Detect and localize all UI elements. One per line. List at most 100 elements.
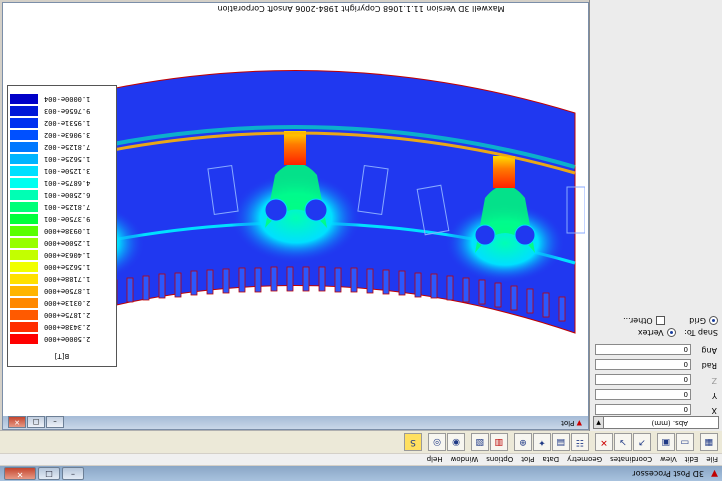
- legend-swatch: [10, 322, 38, 332]
- menu-plot[interactable]: Plot: [517, 456, 538, 464]
- toolbar-separator: [423, 434, 427, 450]
- legend-entry: 1.0000e-004: [10, 94, 110, 104]
- help-icon[interactable]: S: [404, 433, 422, 451]
- legend-entry: 1.4063e+000: [10, 250, 110, 260]
- view-icon[interactable]: ◎: [428, 433, 446, 451]
- legend-entry: 3.1250e-001: [10, 166, 110, 176]
- minimize-button[interactable]: –: [62, 467, 84, 480]
- menu-edit[interactable]: Edit: [681, 456, 703, 464]
- menu-file[interactable]: File: [702, 456, 722, 464]
- open-icon[interactable]: ▭: [676, 433, 694, 451]
- maximize-button[interactable]: □: [38, 467, 60, 480]
- plot-window-title: Plot: [561, 419, 575, 427]
- color-legend: B[T] 2.5000e+000 2.3438e+000 2.1875e+000 2.…: [7, 85, 117, 367]
- legend-swatch: [10, 130, 38, 140]
- legend-swatch: [10, 334, 38, 344]
- menu-window[interactable]: Window: [447, 456, 483, 464]
- legend-swatch: [10, 190, 38, 200]
- legend-swatch: [10, 250, 38, 260]
- legend-entry: 3.9063e-002: [10, 130, 110, 140]
- snap-grid-label: Grid: [689, 316, 706, 325]
- menu-geometry[interactable]: Geometry: [563, 456, 606, 464]
- animate-icon[interactable]: ✦: [533, 433, 551, 451]
- legend-entry: 7.8125e-001: [10, 202, 110, 212]
- legend-value: 6.2500e-001: [44, 191, 91, 199]
- deselect-icon[interactable]: ▧: [471, 433, 489, 451]
- legend-entry: 1.8750e+000: [10, 286, 110, 296]
- legend-value: 1.5625e-001: [44, 155, 91, 163]
- legend-swatch: [10, 166, 38, 176]
- coord-z-field[interactable]: 0: [595, 374, 691, 385]
- app-icon: ▼: [711, 468, 718, 479]
- chevron-down-icon[interactable]: ▼: [594, 417, 604, 428]
- coord-rad-label: Rad: [701, 361, 717, 370]
- legend-value: 1.0938e+000: [44, 227, 91, 235]
- menu-view[interactable]: View: [656, 456, 681, 464]
- legend-value: 1.7188e+000: [44, 275, 91, 283]
- plot-maximize-button[interactable]: □: [27, 416, 45, 428]
- legend-swatch: [10, 154, 38, 164]
- menu-options[interactable]: Options: [482, 456, 517, 464]
- plot-field-icon[interactable]: ↗: [633, 433, 651, 451]
- save-icon[interactable]: ▣: [657, 433, 675, 451]
- coord-x-field[interactable]: 0: [595, 404, 691, 415]
- legend-value: 1.5625e+000: [44, 263, 91, 271]
- snap-row: Snap To: Vertex: [638, 328, 718, 337]
- toolbar-separator: [695, 434, 699, 450]
- snap-other-checkbox[interactable]: [655, 316, 665, 325]
- coord-y-field[interactable]: 0: [595, 389, 691, 400]
- units-value: Abs. (mm): [651, 419, 688, 427]
- toolbar: ▦ ▭ ▣ ↗ ↘ ✕ ☷ ▤ ✦ ⊕ ▥ ▧ ◉ ◎ S: [0, 430, 722, 453]
- legend-entry: 9.3750e-001: [10, 214, 110, 224]
- legend-entry: 2.5000e+000: [10, 334, 110, 344]
- legend-swatch: [10, 106, 38, 116]
- zoom-icon[interactable]: ⊕: [514, 433, 532, 451]
- coord-rad-row: Rad 0: [595, 358, 719, 370]
- surface-icon[interactable]: ▤: [552, 433, 570, 451]
- legend-swatch: [10, 238, 38, 248]
- plot-minimize-button[interactable]: –: [46, 416, 64, 428]
- menu-help[interactable]: Help: [423, 456, 447, 464]
- legend-value: 2.5000e+000: [44, 335, 91, 343]
- grid-row: Grid Other...: [623, 316, 718, 325]
- units-select[interactable]: Abs. (mm) ▼: [593, 416, 719, 429]
- legend-entry: 1.7188e+000: [10, 274, 110, 284]
- legend-entry: 1.2500e+000: [10, 238, 110, 248]
- menu-data[interactable]: Data: [538, 456, 563, 464]
- snap-grid-radio[interactable]: [709, 316, 718, 325]
- snap-vertex-radio[interactable]: [666, 328, 676, 337]
- menu-coordinates[interactable]: Coordinates: [606, 456, 656, 464]
- toolbar-separator: [466, 434, 470, 450]
- legend-swatch: [10, 286, 38, 296]
- eye-icon[interactable]: ◉: [447, 433, 465, 451]
- coord-x-row: X 0: [595, 403, 719, 415]
- select-icon[interactable]: ▥: [490, 433, 508, 451]
- coord-z-row: Z 0: [595, 373, 719, 385]
- title-bar: ▼ 3D Post Processor – □ ✕: [0, 466, 722, 481]
- legend-swatch: [10, 214, 38, 224]
- plot-options-icon[interactable]: ☷: [571, 433, 589, 451]
- legend-value: 2.1875e+000: [44, 311, 91, 319]
- grid-icon[interactable]: ▦: [700, 433, 718, 451]
- coord-rad-field[interactable]: 0: [595, 359, 691, 370]
- legend-value: 3.9063e-002: [44, 131, 91, 139]
- menu-bar: File Edit View Coordinates Geometry Data…: [0, 454, 722, 465]
- legend-swatch: [10, 94, 38, 104]
- legend-value: 1.0000e-004: [44, 95, 91, 103]
- plot-close-button[interactable]: ✕: [8, 416, 26, 428]
- plot-vector-icon[interactable]: ↘: [614, 433, 632, 451]
- legend-swatch: [10, 310, 38, 320]
- close-button[interactable]: ✕: [4, 467, 36, 480]
- toolbar-separator: [652, 434, 656, 450]
- legend-entry: 1.0938e+000: [10, 226, 110, 236]
- legend-value: 4.6875e-001: [44, 179, 91, 187]
- delete-plot-icon[interactable]: ✕: [595, 433, 613, 451]
- coord-ang-field[interactable]: 0: [595, 344, 691, 355]
- legend-value: 2.3438e+000: [44, 323, 91, 331]
- coord-z-label: Z: [711, 376, 717, 385]
- legend-swatch: [10, 274, 38, 284]
- legend-value: 9.3750e-001: [44, 215, 91, 223]
- legend-entry: 2.0313e+000: [10, 298, 110, 308]
- copyright-text: Maxwell 3D Version 11.1.1068 Copyright 1…: [217, 4, 505, 13]
- legend-value: 7.8125e-001: [44, 203, 91, 211]
